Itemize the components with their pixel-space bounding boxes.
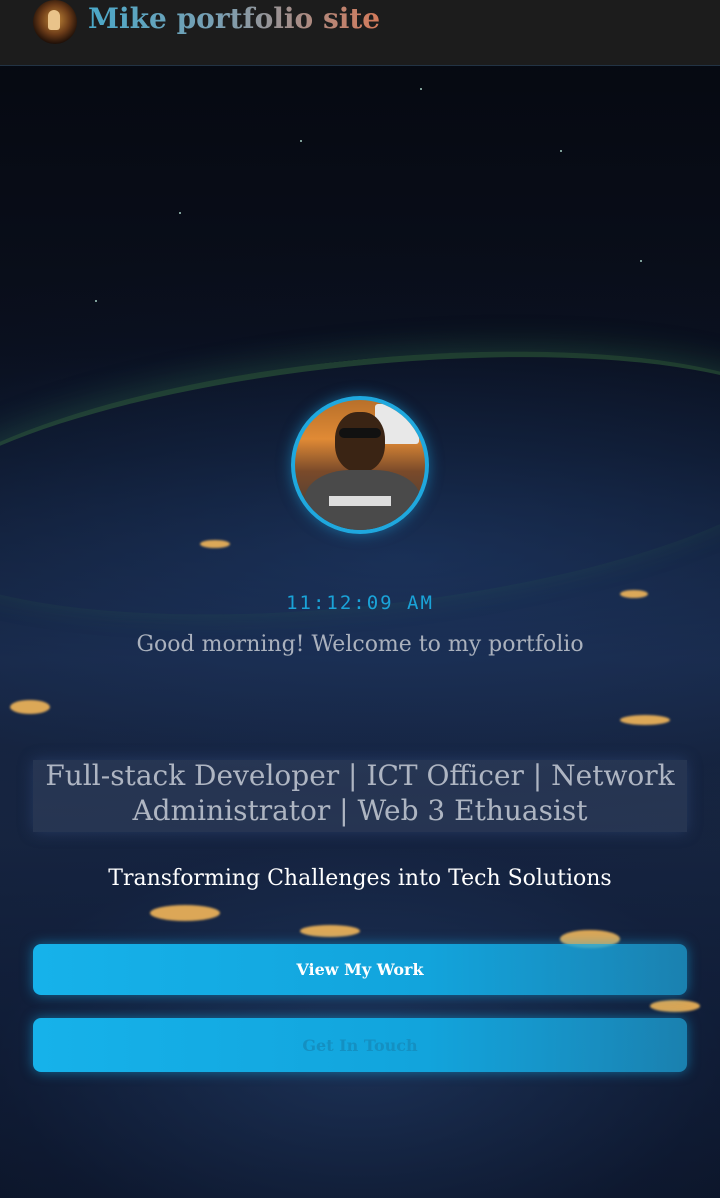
get-in-touch-button[interactable]: Get In Touch xyxy=(33,1018,687,1072)
shirt-logo xyxy=(329,496,391,506)
avatar-face xyxy=(335,412,385,472)
star xyxy=(420,88,422,90)
city-light xyxy=(620,715,670,725)
sunglasses-icon xyxy=(339,428,381,438)
city-light xyxy=(300,925,360,937)
star xyxy=(560,150,562,152)
greeting-text: Good morning! Welcome to my portfolio xyxy=(136,632,584,657)
profile-avatar xyxy=(291,396,429,534)
site-header: Mike portfolio site xyxy=(0,0,720,66)
city-light xyxy=(10,700,50,714)
star xyxy=(179,212,181,214)
avatar-logo-icon[interactable] xyxy=(33,0,77,44)
roles-text: Full-stack Developer | ICT Officer | Net… xyxy=(45,759,675,827)
site-title[interactable]: Mike portfolio site xyxy=(88,2,380,35)
star xyxy=(640,260,642,262)
city-light xyxy=(200,540,230,548)
star xyxy=(95,300,97,302)
city-light xyxy=(150,905,220,921)
star xyxy=(300,140,302,142)
live-clock: 11:12:09 AM xyxy=(286,592,434,614)
view-my-work-button[interactable]: View My Work xyxy=(33,944,687,995)
city-light xyxy=(650,1000,700,1012)
tagline: Transforming Challenges into Tech Soluti… xyxy=(108,866,612,891)
